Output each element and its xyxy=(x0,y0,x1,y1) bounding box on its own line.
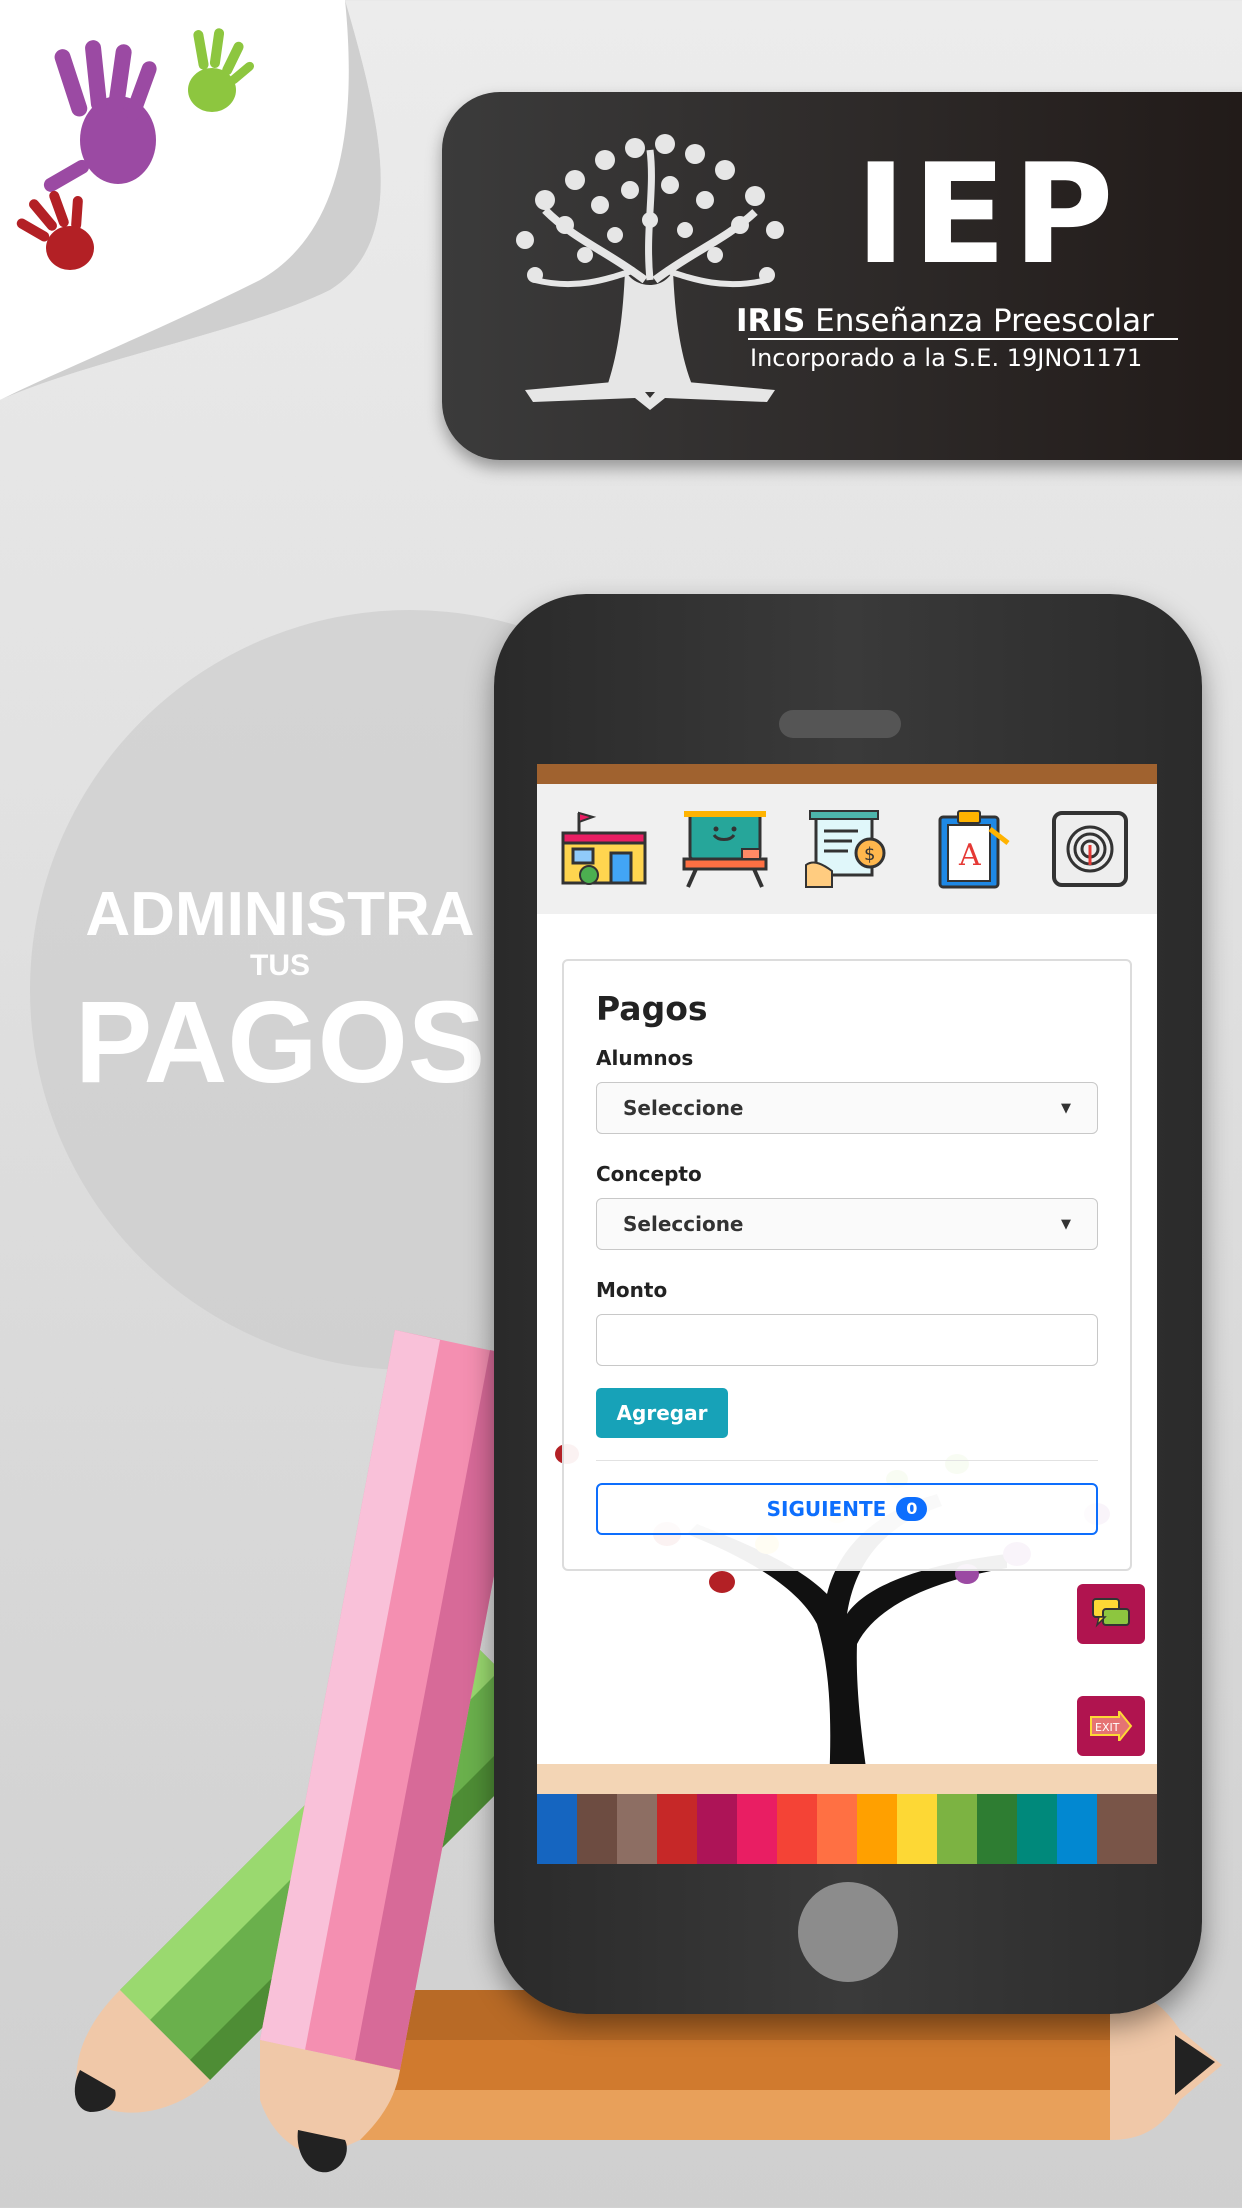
cart-count-badge: 0 xyxy=(896,1497,928,1521)
app-screen: $ A Pagos Alumnos Seleccione ▼ Concepto … xyxy=(537,764,1157,1864)
page-fold-decoration xyxy=(0,0,381,400)
chat-button[interactable] xyxy=(1077,1584,1145,1644)
chevron-down-icon: ▼ xyxy=(1061,1100,1071,1116)
exit-icon: EXIT xyxy=(1090,1711,1133,1741)
app-status-bar xyxy=(537,764,1157,784)
grades-clipboard-icon[interactable]: A xyxy=(922,806,1016,892)
concepto-label: Concepto xyxy=(596,1162,702,1186)
alumnos-label: Alumnos xyxy=(596,1046,694,1070)
chat-icon xyxy=(1092,1598,1130,1628)
svg-text:A: A xyxy=(958,838,981,873)
phone-speaker xyxy=(779,710,901,738)
fingerprint-icon[interactable] xyxy=(1043,806,1137,892)
phone-home-button[interactable] xyxy=(798,1882,898,1982)
exit-button[interactable]: EXIT xyxy=(1077,1696,1145,1756)
incorporation-text: Incorporado a la S.E. 19JNO1171 xyxy=(750,344,1143,372)
add-button[interactable]: Agregar xyxy=(596,1388,728,1438)
school-name-bold: IRIS xyxy=(736,303,806,339)
next-button[interactable]: SIGUIENTE 0 xyxy=(596,1483,1098,1535)
form-title: Pagos xyxy=(596,989,708,1028)
chevron-down-icon: ▼ xyxy=(1061,1216,1071,1232)
monto-label: Monto xyxy=(596,1278,668,1302)
slogan: ADMINISTRA TUS PAGOS xyxy=(40,880,520,1102)
form-divider xyxy=(596,1460,1098,1461)
payments-form-card: Pagos Alumnos Seleccione ▼ Concepto Sele… xyxy=(562,959,1132,1571)
school-name-rest: Enseñanza Preescolar xyxy=(815,303,1154,339)
school-icon[interactable] xyxy=(557,806,651,892)
school-name: IRIS Enseñanza Preescolar xyxy=(736,300,1206,342)
alumnos-select[interactable]: Seleccione ▼ xyxy=(596,1082,1098,1134)
svg-text:$: $ xyxy=(864,844,875,865)
concepto-select[interactable]: Seleccione ▼ xyxy=(596,1198,1098,1250)
alumnos-select-value: Seleccione xyxy=(623,1096,744,1120)
concepto-select-value: Seleccione xyxy=(623,1212,744,1236)
iep-acronym: IEP xyxy=(855,134,1120,295)
colored-pencils-row xyxy=(537,1764,1157,1864)
classroom-desk-icon[interactable] xyxy=(678,806,772,892)
slogan-line-3: PAGOS xyxy=(74,977,486,1107)
app-toolbar: $ A xyxy=(537,784,1157,914)
svg-text:EXIT: EXIT xyxy=(1095,1721,1120,1734)
payment-receipt-icon[interactable]: $ xyxy=(800,806,894,892)
monto-input[interactable] xyxy=(596,1314,1098,1366)
next-button-label: SIGUIENTE xyxy=(766,1497,887,1521)
slogan-line-1: ADMINISTRA xyxy=(85,880,475,949)
